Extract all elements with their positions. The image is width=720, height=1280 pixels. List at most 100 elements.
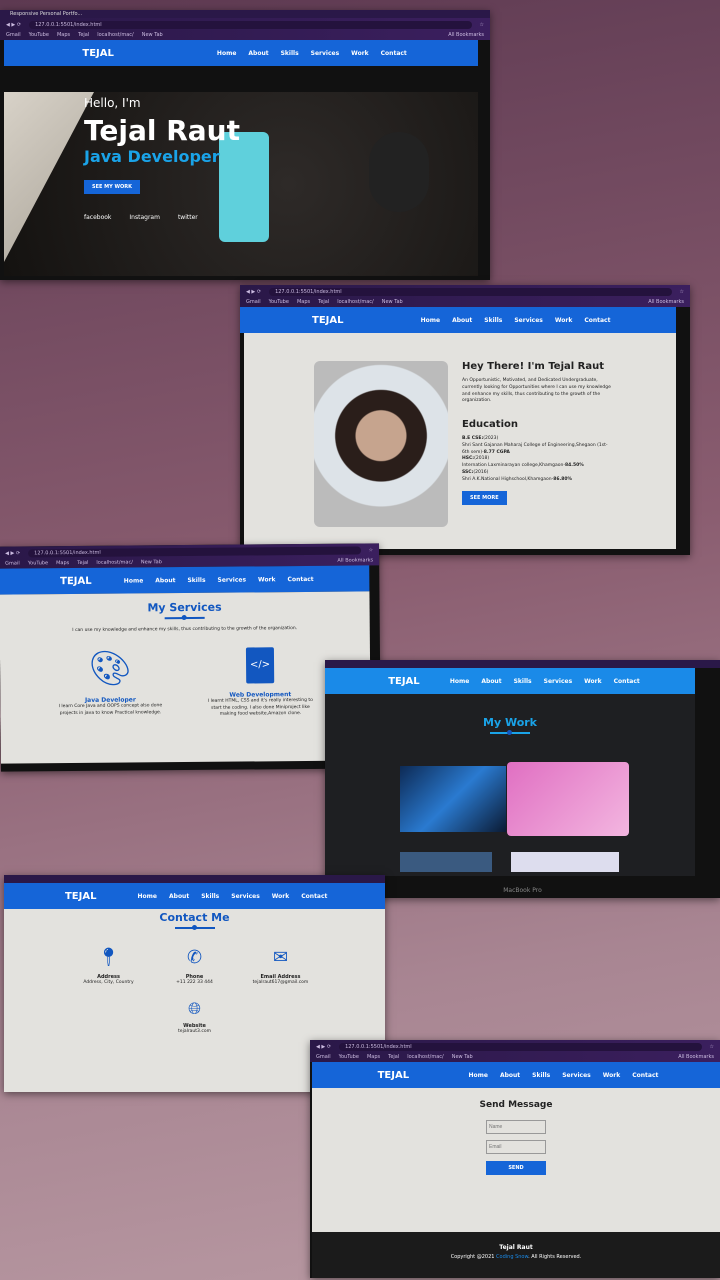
- contact-title: Contact Me: [159, 911, 230, 924]
- hero-name: Tejal Raut: [84, 114, 240, 147]
- nav-work[interactable]: Work: [555, 317, 572, 324]
- contact-card-address: 📍︎ Address Address, City, Country: [73, 947, 145, 987]
- bookmark-gmail[interactable]: Gmail: [6, 32, 21, 38]
- nav-skills[interactable]: Skills: [187, 576, 205, 583]
- bookmark-localhost[interactable]: localhost/mac/: [97, 32, 134, 38]
- nav-about[interactable]: About: [169, 893, 189, 900]
- nav-contact[interactable]: Contact: [381, 50, 407, 57]
- nav-contact[interactable]: Contact: [287, 575, 313, 582]
- work-image[interactable]: [511, 852, 619, 872]
- star-icon[interactable]: ☆: [680, 289, 684, 295]
- nav-about[interactable]: About: [155, 577, 175, 584]
- nav-about[interactable]: About: [452, 317, 472, 324]
- site-logo[interactable]: TEJAL: [312, 315, 343, 326]
- bookmark-localhost[interactable]: localhost/mac/: [96, 559, 133, 565]
- laptop-image: [4, 92, 94, 262]
- bookmark-newtab[interactable]: New Tab: [382, 299, 403, 305]
- see-more-button[interactable]: SEE MORE: [462, 491, 507, 506]
- address-bar[interactable]: 127.0.0.1:5501/index.html: [29, 21, 472, 29]
- bookmark-tejal[interactable]: Tejal: [318, 299, 329, 305]
- nav-services[interactable]: Services: [231, 893, 260, 900]
- service-card: 🎨︎ Java Developer I learn Core Java and …: [55, 648, 166, 720]
- nav-about[interactable]: About: [500, 1072, 520, 1079]
- nav-skills[interactable]: Skills: [484, 317, 502, 324]
- nav-about[interactable]: About: [248, 50, 268, 57]
- star-icon[interactable]: ☆: [369, 547, 374, 553]
- work-image-desk[interactable]: [507, 762, 629, 836]
- send-button[interactable]: SEND: [486, 1161, 546, 1175]
- nav-work[interactable]: Work: [584, 678, 601, 685]
- bookmark-gmail[interactable]: Gmail: [316, 1054, 331, 1060]
- bookmark-tejal[interactable]: Tejal: [77, 560, 88, 566]
- bookmark-tejal[interactable]: Tejal: [388, 1054, 399, 1060]
- bookmark-maps[interactable]: Maps: [367, 1054, 380, 1060]
- nav-about[interactable]: About: [481, 678, 501, 685]
- email-input[interactable]: [486, 1140, 546, 1154]
- nav-contact[interactable]: Contact: [632, 1072, 658, 1079]
- bookmark-maps[interactable]: Maps: [57, 32, 70, 38]
- work-image-coding[interactable]: [400, 766, 506, 832]
- bookmark-localhost[interactable]: localhost/mac/: [337, 299, 374, 305]
- site-logo[interactable]: TEJAL: [65, 891, 96, 902]
- instagram-link[interactable]: Instagram: [129, 214, 160, 221]
- site-logo[interactable]: TEJAL: [60, 575, 92, 586]
- site-logo[interactable]: TEJAL: [388, 676, 419, 687]
- nav-skills[interactable]: Skills: [514, 678, 532, 685]
- bookmark-localhost[interactable]: localhost/mac/: [407, 1054, 444, 1060]
- nav-contact[interactable]: Contact: [301, 893, 327, 900]
- nav-services[interactable]: Services: [562, 1072, 591, 1079]
- bookmark-youtube[interactable]: YouTube: [28, 560, 48, 566]
- bookmark-newtab[interactable]: New Tab: [141, 559, 162, 565]
- nav-work[interactable]: Work: [351, 50, 368, 57]
- bookmark-tejal[interactable]: Tejal: [78, 32, 89, 38]
- contact-card-phone: ✆ Phone +11 222 33 444: [159, 947, 231, 987]
- work-image[interactable]: [400, 852, 492, 872]
- bookmark-newtab[interactable]: New Tab: [452, 1054, 473, 1060]
- bookmark-gmail[interactable]: Gmail: [246, 299, 261, 305]
- nav-skills[interactable]: Skills: [281, 50, 299, 57]
- bookmark-maps[interactable]: Maps: [56, 560, 69, 566]
- star-icon[interactable]: ☆: [480, 22, 484, 28]
- site-logo[interactable]: TEJAL: [378, 1070, 409, 1081]
- all-bookmarks[interactable]: All Bookmarks: [337, 557, 373, 563]
- nav-work[interactable]: Work: [258, 576, 276, 583]
- nav-services[interactable]: Services: [544, 678, 573, 685]
- star-icon[interactable]: ☆: [710, 1044, 714, 1050]
- palette-icon: 🎨︎: [88, 648, 132, 689]
- nav-home[interactable]: Home: [450, 678, 469, 685]
- bookmark-youtube[interactable]: YouTube: [339, 1054, 359, 1060]
- nav-home[interactable]: Home: [217, 50, 236, 57]
- browser-tab[interactable]: Responsive Personal Portfo...: [10, 11, 82, 17]
- footer-brand-link[interactable]: Coding Snow: [496, 1254, 528, 1260]
- all-bookmarks[interactable]: All Bookmarks: [678, 1054, 714, 1060]
- name-input[interactable]: [486, 1120, 546, 1134]
- nav-skills[interactable]: Skills: [201, 893, 219, 900]
- about-section: Hey There! I'm Tejal Raut An Opportunist…: [244, 333, 676, 549]
- site-logo[interactable]: TEJAL: [82, 48, 113, 59]
- nav-skills[interactable]: Skills: [532, 1072, 550, 1079]
- nav-services[interactable]: Services: [217, 576, 246, 583]
- nav-work[interactable]: Work: [603, 1072, 620, 1079]
- nav-home[interactable]: Home: [469, 1072, 488, 1079]
- address-bar[interactable]: 127.0.0.1:5501/index.html: [339, 1043, 702, 1051]
- facebook-link[interactable]: facebook: [84, 214, 111, 221]
- bookmark-youtube[interactable]: YouTube: [29, 32, 49, 38]
- work-title: My Work: [483, 716, 537, 729]
- nav-services[interactable]: Services: [514, 317, 543, 324]
- nav-services[interactable]: Services: [311, 50, 340, 57]
- bookmark-maps[interactable]: Maps: [297, 299, 310, 305]
- nav-home[interactable]: Home: [124, 577, 144, 584]
- nav-home[interactable]: Home: [138, 893, 157, 900]
- nav-home[interactable]: Home: [421, 317, 440, 324]
- nav-contact[interactable]: Contact: [614, 678, 640, 685]
- nav-contact[interactable]: Contact: [584, 317, 610, 324]
- all-bookmarks[interactable]: All Bookmarks: [448, 32, 484, 38]
- nav-work[interactable]: Work: [272, 893, 289, 900]
- all-bookmarks[interactable]: All Bookmarks: [648, 299, 684, 305]
- see-my-work-button[interactable]: SEE MY WORK: [84, 180, 140, 194]
- bookmark-gmail[interactable]: Gmail: [5, 560, 20, 566]
- bookmark-newtab[interactable]: New Tab: [142, 32, 163, 38]
- address-bar[interactable]: 127.0.0.1:5501/index.html: [269, 288, 672, 296]
- bookmark-youtube[interactable]: YouTube: [269, 299, 289, 305]
- twitter-link[interactable]: twitter: [178, 214, 198, 221]
